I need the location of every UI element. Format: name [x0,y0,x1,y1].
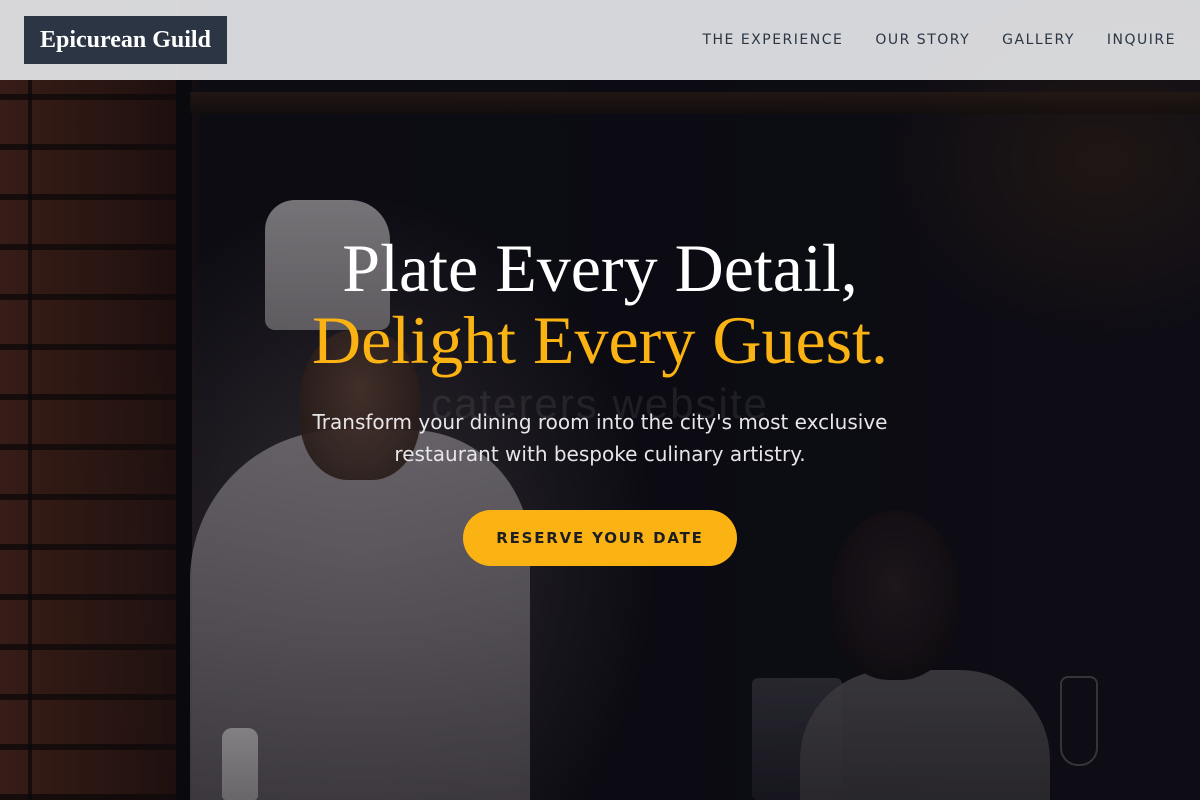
nav-link-gallery[interactable]: GALLERY [1002,32,1075,48]
brand-logo[interactable]: Epicurean Guild [24,16,227,64]
nav-link-the-experience[interactable]: THE EXPERIENCE [702,32,843,48]
hero-headline: Plate Every Detail, Delight Every Guest. [200,232,1000,376]
hero-content: Plate Every Detail, Delight Every Guest.… [200,232,1000,566]
nav-links: THE EXPERIENCE OUR STORY GALLERY INQUIRE [702,32,1176,48]
headline-line-2: Delight Every Guest. [312,302,888,378]
reserve-date-button[interactable]: RESERVE YOUR DATE [463,510,737,566]
hero-subtext: Transform your dining room into the city… [312,410,888,466]
nav-link-our-story[interactable]: OUR STORY [875,32,970,48]
headline-line-1: Plate Every Detail, [342,230,858,306]
navbar: Epicurean Guild THE EXPERIENCE OUR STORY… [0,0,1200,80]
nav-link-inquire[interactable]: INQUIRE [1107,32,1176,48]
